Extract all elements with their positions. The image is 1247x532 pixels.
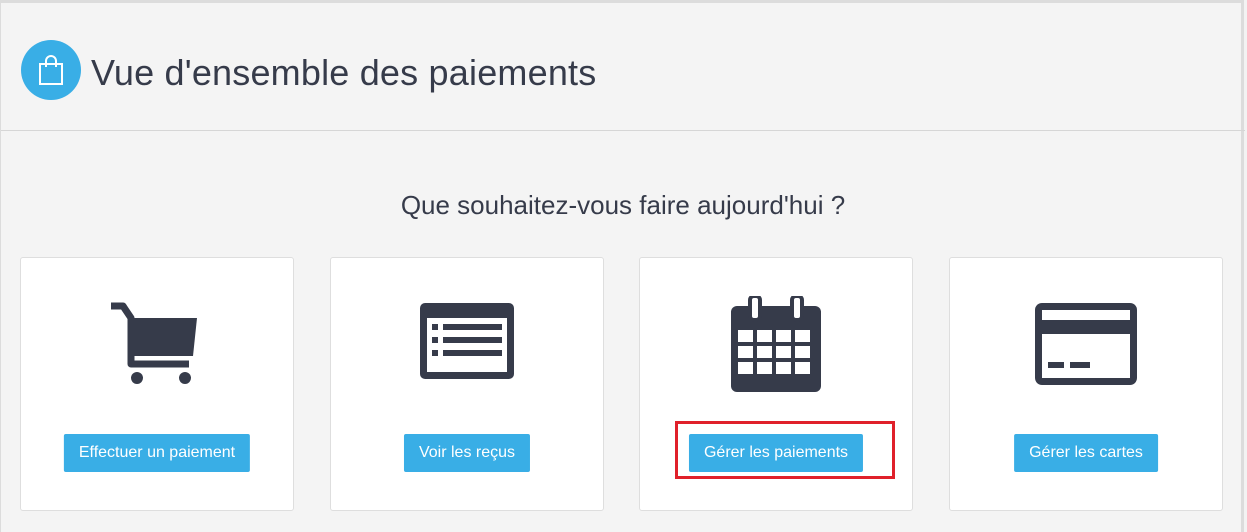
shopping-bag-icon <box>21 40 81 100</box>
shopping-cart-icon <box>21 302 293 392</box>
card-make-payment: Effectuer un paiement <box>20 257 294 511</box>
credit-card-icon <box>950 302 1222 392</box>
card-view-receipts: Voir les reçus <box>330 257 604 511</box>
payments-overview-panel: Vue d'ensemble des paiements Que souhait… <box>0 0 1245 532</box>
card-manage-cards: Gérer les cartes <box>949 257 1223 511</box>
manage-payments-button[interactable]: Gérer les paiements <box>688 434 864 472</box>
card-manage-payments: Gérer les paiements <box>639 257 913 511</box>
view-receipts-button[interactable]: Voir les reçus <box>403 434 531 472</box>
manage-cards-button[interactable]: Gérer les cartes <box>1014 434 1158 472</box>
page-header: Vue d'ensemble des paiements <box>1 3 1245 131</box>
prompt-heading: Que souhaitez-vous faire aujourd'hui ? <box>400 190 846 220</box>
page-title: Vue d'ensemble des paiements <box>91 52 597 93</box>
calendar-icon <box>640 296 912 392</box>
receipt-list-icon <box>331 302 603 392</box>
make-payment-button[interactable]: Effectuer un paiement <box>63 434 251 472</box>
